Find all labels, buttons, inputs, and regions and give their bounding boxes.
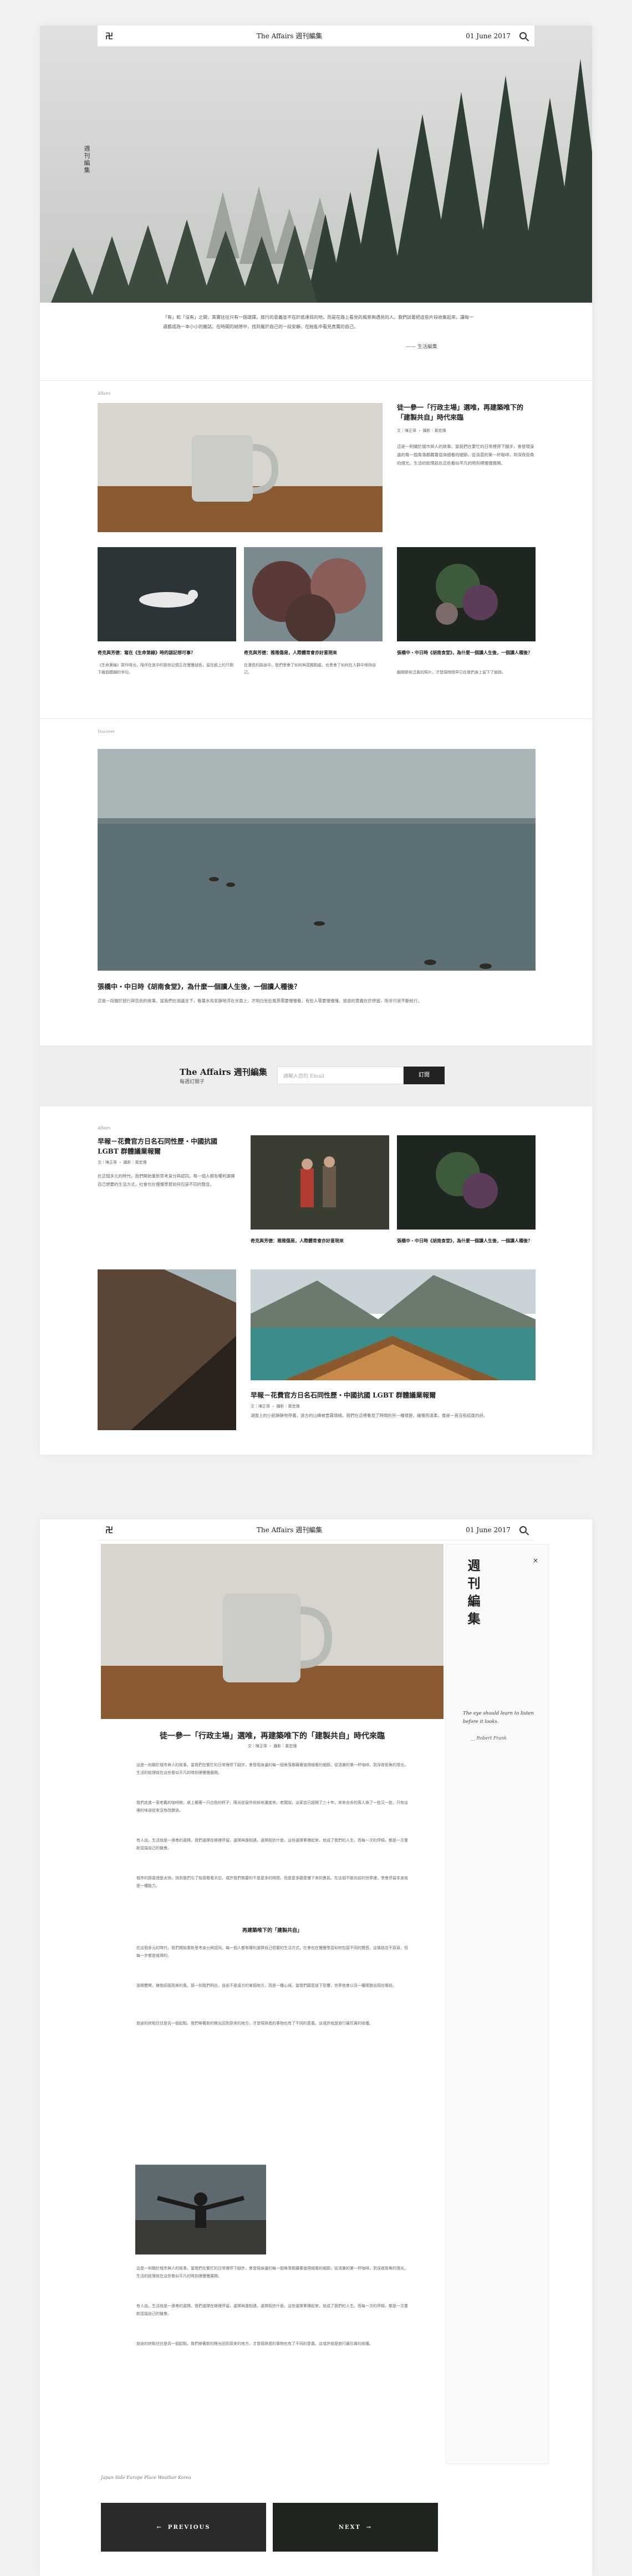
lake-photo[interactable] [98,749,536,971]
top-navigation: 卍 The Affairs 週刊編集 01 June 2017 [98,25,534,47]
feature-body: 這是一則關於城市與人的故事。當我們在繁忙的日常裡停下腳步，會發現身邊的每一個角落… [397,444,534,466]
feature-title[interactable]: 早報－花費官方日名石同性歷・中國抗國 LGBT 群體議業報爾 [98,1136,236,1156]
dog-photo[interactable] [98,547,236,641]
card-body: 《生命第線》寫作時光，陪伴在其中的那些記憶正在慢慢褪色，留在紙上的只剩下幾個模糊… [98,663,233,675]
card-title[interactable]: 奇克與芳德：寫在《生命第線》時的誤記想可事？ [98,649,236,656]
children-illustration [251,1135,389,1230]
sidebar-quote: The eye should learn to listen before it… [463,1711,534,1725]
flowers-illustration [397,547,536,641]
article-tags[interactable]: Japan Side Europe Place Weather Korea [101,2475,191,2480]
boat-lake-illustration [251,1269,536,1380]
sidebar-quote-cite: __ Robert Frank [471,1736,507,1741]
feature-title[interactable]: 徒一參一「行政主場」選唯，再建築唯下的「建製共自」時代來臨 [397,402,536,422]
forest-illustration [40,25,592,303]
subscribe-button[interactable]: 訂閱 [404,1067,445,1084]
blossom-photo[interactable] [244,547,383,641]
coast-photo[interactable] [98,1269,236,1430]
article-paragraph: 城市的節奏總是太快，快到我們忘了抬頭看看天空。或許我們需要的不是更多的時間，而是… [136,1876,408,1888]
bottom-feature-body: 湖面上的小船靜靜地停著，遠方的山峰被雲霧環繞。我們在這裡看見了時間的另一種樣貌，… [251,1413,488,1418]
issue-date: 01 June 2017 [466,32,511,40]
sidebar-title: 週刊編集 [465,1559,480,1630]
flowers-illustration [397,1135,536,1230]
blossom-illustration [244,547,383,641]
lake-illustration [98,749,536,971]
section-label: Affairs [98,1126,111,1130]
card-title[interactable]: 奇克與芳德：雅雅傷是，人際體育會亦好意現來 [244,649,383,656]
arrow-left-icon: ← [156,2524,162,2531]
bottom-feature-title[interactable]: 早報－花費官方日名石同性歷・中國抗國 LGBT 群體議業報爾 [251,1390,489,1400]
site-brand[interactable]: The Affairs 週刊編集 [257,1525,322,1534]
children-photo[interactable] [251,1135,389,1230]
card-title[interactable]: 張橋中・中日時《胡南食堂》，為什麼一個讀人生後，一個讀人種後？ [397,1237,536,1244]
discover-title[interactable]: 張橋中・中日時《胡南食堂》，為什麼一個讀人生後，一個讀人種後？ [98,982,430,992]
section-label: Affairs [98,391,111,396]
article-paragraph: 在這個多元的時代，我們開始重新思考身分與認同。每一個人都有權利選擇自己想要的生活… [136,1946,408,1958]
sidebar: × 週刊編集 The eye should learn to listen be… [446,1544,549,2464]
next-button[interactable]: NEXT → [273,2503,438,2552]
logo-icon[interactable]: 卍 [105,1524,113,1536]
article-title: 徒一參一「行政主場」選唯，再建築唯下的「建製共自」時代來臨 [160,1732,385,1741]
article-hero-photo [101,1544,444,1719]
card-title[interactable]: 張橋中・中日時《胡南食堂》，為什麼一個讀人生後，一個讀人種後？ [397,649,536,656]
discover-body: 這是一段關於旅行與告別的故事。當我們在湖邊坐下，看著水鳥安靜地浮在水面上，才明白… [98,998,422,1003]
feature-body: 在這個多元的時代，我們開始重新思考身分與認同。每一個人都有權利選擇自己想要的生活… [98,1174,235,1187]
arrow-right-icon: → [366,2524,373,2531]
hero-vertical-label: 週刊編集 [83,145,90,174]
article-paragraph: 旅途的終點往往是另一個起點。我們帶著新的眼光回到原來的地方，才發現熟悉的事物也有… [136,2342,373,2346]
divider [40,718,592,719]
article-sheet: 卍 The Affairs 週刊編集 01 June 2017 徒一參一「行政主… [40,1519,592,2576]
arms-open-photo [135,2165,266,2254]
flowers-photo[interactable] [397,1135,536,1230]
article-paragraph: 有人說，生活就是一連串的選擇。我們選擇在哪裡停留，選擇與誰相遇，選擇相信什麼。這… [136,2304,408,2316]
logo-icon[interactable]: 卍 [105,30,113,42]
card-title[interactable]: 奇克與芳德：雅雅傷是，人際體育會亦好意現來 [251,1237,389,1244]
article-body: 徒一參一「行政主場」選唯，再建築唯下的「建製共自」時代來臨 文｜陳正偉 ・ 攝影… [101,1544,444,2464]
site-brand[interactable]: The Affairs 週刊編集 [257,31,322,40]
newsletter-band: The Affairs 週刊編集 每週訂閱子 請輸入您的 Email 訂閱 [40,1045,592,1106]
previous-button[interactable]: ← PREVIOUS [101,2503,266,2552]
search-icon[interactable] [519,32,527,39]
close-icon[interactable]: × [533,1557,538,1564]
newsletter-subtitle: 每週訂閱子 [180,1079,205,1085]
divider [40,380,592,381]
hero-image: 卍 The Affairs 週刊編集 01 June 2017 週刊編集 [40,25,592,303]
article-paragraph: 我們走進一家老舊的咖啡館，桌上擺著一只白色的杯子，陽光從窗外斜斜地灑進來。老闆說… [136,1800,408,1813]
mug-photo[interactable] [98,403,383,532]
intro-signature: —— 生活編集 [406,344,437,350]
section-label: Discover [98,730,115,734]
search-icon[interactable] [519,1526,527,1533]
mug-illustration [98,403,383,532]
coast-illustration [98,1269,236,1430]
article-paragraph: 張開雙臂，擁抱迎面而來的風。那一刻我們明白，自由不是遠方的某個地方，而是一種心境… [136,1983,396,1988]
article-paragraph: 有人說，生活就是一連串的選擇。我們選擇在哪裡停留，選擇與誰相遇，選擇相信什麼。這… [136,1838,408,1850]
feature-meta: 文｜陳正偉 ・ 攝影｜黃宏傳 [397,429,446,433]
flowers-photo[interactable] [397,547,536,641]
next-label: NEXT [338,2524,361,2531]
email-field[interactable]: 請輸入您的 Email [277,1067,404,1084]
card-body: 翻開那些泛黃的照片，才發現時間早已在我們身上留下了痕跡。 [397,670,506,675]
feature-meta: 文｜陳正偉 ・ 攝影｜黃宏傳 [98,1160,147,1165]
article-paragraph: 旅途的終點往往是另一個起點。我們帶著新的眼光回到原來的地方，才發現熟悉的事物也有… [136,2021,373,2026]
newsletter-title: The Affairs 週刊編集 [180,1067,267,1077]
boat-lake-photo[interactable] [251,1269,536,1380]
card-body: 在漫長的路途中，我們學會了如何與孤獨相處，也學會了如何在人群中保持自己。 [244,663,376,675]
top-navigation: 卍 The Affairs 週刊編集 01 June 2017 [98,1519,534,1541]
article-paragraph: 這是一則關於城市與人的故事。當我們在繁忙的日常裡停下腳步，會發現身邊的每一個角落… [136,1763,408,1775]
intro-text: 「有」和「沒有」之間，其實往往只有一個選擇。旅行的意義並不在於抵達目的地，而是在… [163,315,473,329]
arms-open-illustration [135,2165,266,2254]
article-paragraph: 這是一則關於城市與人的故事。當我們在繁忙的日常裡停下腳步，會發現身邊的每一個角落… [136,2266,408,2278]
issue-date: 01 June 2017 [466,1526,511,1534]
homepage-sheet: 卍 The Affairs 週刊編集 01 June 2017 週刊編集 「有」… [40,25,592,1455]
dog-illustration [98,547,236,641]
previous-label: PREVIOUS [167,2524,211,2531]
article-subhead: 再建築唯下的「建製共自」 [242,1928,302,1934]
article-meta: 文｜陳正偉 ・ 攝影｜黃宏傳 [247,1744,297,1748]
mug-illustration [101,1544,444,1719]
bottom-feature-meta: 文｜陳正偉 ・ 攝影｜黃宏傳 [251,1404,300,1409]
